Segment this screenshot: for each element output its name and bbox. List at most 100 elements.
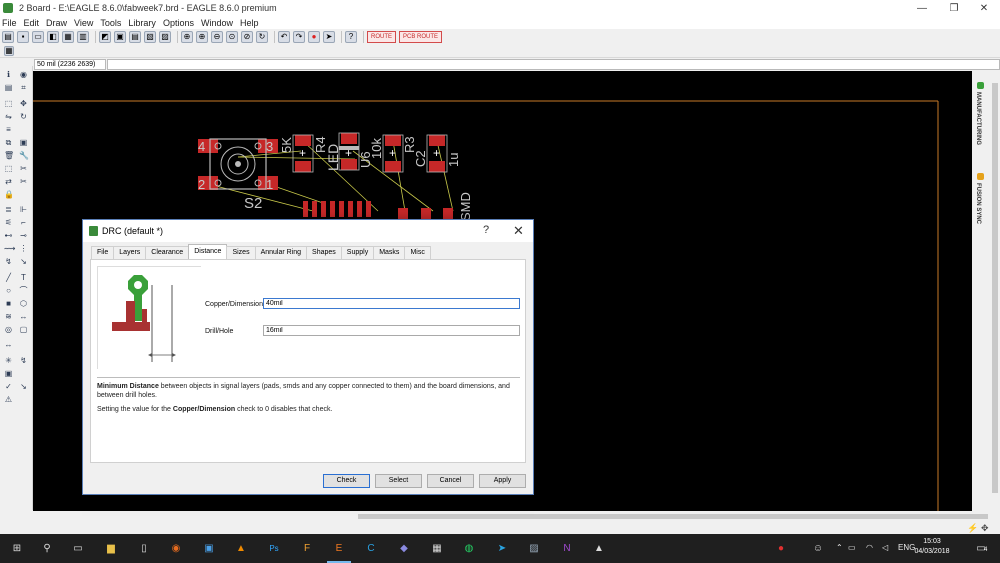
telegram-icon[interactable]: ➤ <box>495 541 509 555</box>
routing-badge[interactable]: ROUTE <box>367 30 396 43</box>
resistor-r3[interactable]: + <box>382 134 404 173</box>
text-icon[interactable]: T <box>19 273 28 282</box>
drc-icon[interactable]: ✓ <box>4 382 13 391</box>
check-button[interactable]: Check <box>323 474 370 488</box>
windows-start-icon[interactable]: ⊞ <box>10 541 24 555</box>
firefox-icon[interactable]: ◉ <box>169 541 183 555</box>
people-icon[interactable]: ☺ <box>811 541 825 555</box>
tray-expand-icon[interactable]: ⌃ <box>836 543 843 552</box>
group-icon[interactable]: ⬚ <box>4 164 13 173</box>
tray-app-icon[interactable]: ● <box>774 541 788 555</box>
copper-dimension-input[interactable] <box>263 298 520 309</box>
smash-icon[interactable]: ⚟ <box>4 218 13 227</box>
grid-icon[interactable]: ▦ <box>4 45 14 56</box>
zoom-select-icon[interactable]: ⊙ <box>226 30 238 43</box>
capacitor-c2[interactable]: + <box>426 134 448 173</box>
menu-edit[interactable]: Edit <box>24 18 40 28</box>
move-icon[interactable]: ✥ <box>19 99 28 108</box>
dimension-icon[interactable]: ↔ <box>19 312 28 321</box>
help-icon[interactable]: ? <box>345 30 357 43</box>
go-icon[interactable]: ➤ <box>323 30 335 43</box>
drill-hole-input[interactable] <box>263 325 520 336</box>
tab-layers[interactable]: Layers <box>113 246 147 259</box>
autorouter-icon[interactable]: ↯ <box>19 356 28 365</box>
vertical-scrollbar[interactable] <box>990 71 1000 511</box>
hole-icon[interactable]: ◎ <box>4 325 13 334</box>
print-icon[interactable]: ▭ <box>32 30 44 43</box>
tab-clearance[interactable]: Clearance <box>145 246 190 259</box>
apply-button[interactable]: Apply <box>479 474 526 488</box>
use-library-icon[interactable]: ▧ <box>144 30 156 43</box>
resistor-r4[interactable]: + <box>292 134 314 173</box>
ratsnest-icon[interactable]: ✳ <box>4 356 13 365</box>
script-icon[interactable]: ▥ <box>77 30 89 43</box>
command-line-input[interactable] <box>107 59 1000 70</box>
tablet-icon[interactable]: ▯ <box>137 541 151 555</box>
change-icon[interactable]: 🔧 <box>19 151 29 160</box>
display-icon[interactable]: ▤ <box>4 83 13 92</box>
attribute-icon[interactable]: ▢ <box>19 325 28 334</box>
erc-icon[interactable]: ▣ <box>4 369 13 378</box>
dialog-close-button[interactable]: ✕ <box>513 223 524 239</box>
measure-icon[interactable]: ↔ <box>4 340 13 349</box>
pin-swap-icon[interactable]: ⊸ <box>19 231 28 240</box>
stop-icon[interactable]: ● <box>308 30 320 43</box>
replace-icon[interactable]: ⇄ <box>4 177 13 186</box>
autorouter-badge[interactable]: PCB ROUTE <box>399 30 443 43</box>
polygon-icon[interactable]: ⬡ <box>19 299 28 308</box>
rotate-icon[interactable]: ↻ <box>19 112 28 121</box>
cube-app-icon[interactable]: ◆ <box>397 541 411 555</box>
c-app-icon[interactable]: C <box>364 541 378 555</box>
volume-icon[interactable]: ◁ <box>882 543 888 552</box>
maximize-button[interactable]: ❐ <box>938 0 970 16</box>
redraw-icon[interactable]: ↻ <box>256 30 268 43</box>
cam-icon[interactable]: ◧ <box>47 30 59 43</box>
zoom-fit-icon[interactable]: ⊕ <box>181 30 193 43</box>
vlc-icon[interactable]: ▲ <box>234 541 248 555</box>
photoshop-icon[interactable]: Ps <box>267 541 281 555</box>
menu-draw[interactable]: Draw <box>46 18 67 28</box>
show-icon[interactable]: ◉ <box>19 70 28 79</box>
name-icon[interactable]: ≣ <box>4 205 13 214</box>
miter-icon[interactable]: ⌐ <box>19 218 28 227</box>
warning-icon[interactable]: ⚠ <box>4 395 13 404</box>
menu-help[interactable]: Help <box>240 18 259 28</box>
menu-library[interactable]: Library <box>128 18 156 28</box>
tab-distance[interactable]: Distance <box>188 244 228 259</box>
errors-icon[interactable]: ↘ <box>19 382 28 391</box>
status-settings-icon[interactable]: ✥ <box>981 523 989 534</box>
value-icon[interactable]: ⊩ <box>19 205 28 214</box>
wifi-icon[interactable]: ◠ <box>866 543 873 552</box>
mark-icon[interactable]: ⌗ <box>19 83 28 92</box>
select-button[interactable]: Select <box>375 474 422 488</box>
zoom-in-icon[interactable]: ⊕ <box>196 30 208 43</box>
clock[interactable]: 15:03 04/03/2018 <box>912 537 952 557</box>
menu-file[interactable]: File <box>2 18 17 28</box>
vertical-scroll-thumb[interactable] <box>992 83 998 493</box>
library-icon[interactable]: ▤ <box>129 30 141 43</box>
split-icon[interactable]: ✂ <box>19 177 28 186</box>
arc-icon[interactable]: ⌒ <box>19 286 28 295</box>
cancel-button[interactable]: Cancel <box>427 474 474 488</box>
tab-supply[interactable]: Supply <box>340 246 375 259</box>
zoom-previous-icon[interactable]: ⊘ <box>241 30 253 43</box>
tab-shapes[interactable]: Shapes <box>306 246 342 259</box>
whatsapp-icon[interactable]: ◍ <box>462 541 476 555</box>
via-icon[interactable]: ⊷ <box>4 231 13 240</box>
board-icon[interactable]: ▣ <box>114 30 126 43</box>
line-icon[interactable]: ╱ <box>4 273 13 282</box>
horizontal-scrollbar[interactable] <box>33 511 990 522</box>
fusion-sync-icon[interactable] <box>977 173 984 180</box>
fusion-sync-tab[interactable]: FUSION SYNC <box>975 183 981 224</box>
menu-window[interactable]: Window <box>201 18 233 28</box>
tab-annular-ring[interactable]: Annular Ring <box>254 246 308 259</box>
battery-icon[interactable]: ▭ <box>848 543 856 552</box>
photos-icon[interactable]: ▲ <box>592 541 606 555</box>
route-icon[interactable]: ↯ <box>4 257 13 266</box>
mirror-icon[interactable]: ⇋ <box>4 112 13 121</box>
calculator-icon[interactable]: ▦ <box>430 541 444 555</box>
manufacturing-tab[interactable]: MANUFACTURING <box>975 92 981 145</box>
led-u6[interactable]: + <box>338 132 360 171</box>
lock-icon[interactable]: 🔒 <box>4 190 14 199</box>
tab-sizes[interactable]: Sizes <box>226 246 256 259</box>
